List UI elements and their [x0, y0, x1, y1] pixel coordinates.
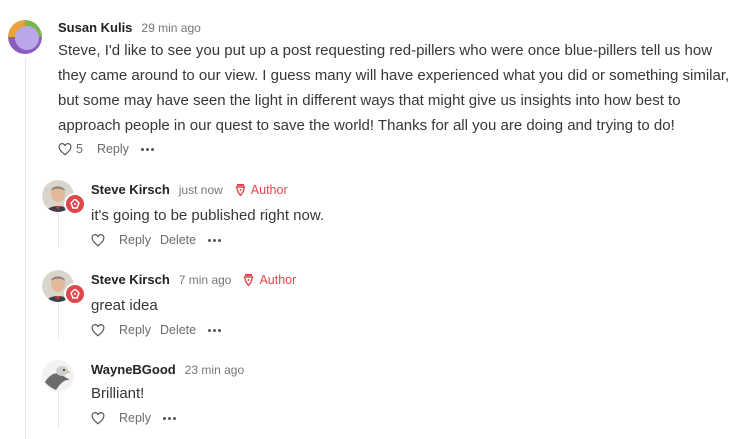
reply-thread-line [58, 302, 59, 338]
comment-meta: Steve Kirsch just now Author [91, 182, 288, 197]
avatar[interactable] [42, 360, 74, 392]
author-tag: Author [235, 183, 288, 197]
heart-icon [91, 233, 105, 247]
pen-nib-icon [244, 274, 254, 286]
pen-nib-icon [70, 288, 80, 299]
avatar[interactable] [8, 20, 42, 54]
reply-thread-line [58, 392, 59, 428]
author-tag: Author [243, 273, 296, 287]
delete-button[interactable]: Delete [160, 323, 196, 337]
avatar-image [42, 360, 74, 392]
heart-icon [91, 323, 105, 337]
author-label: Author [250, 182, 288, 197]
timestamp[interactable]: 7 min ago [179, 273, 232, 287]
like-button[interactable]: 5 [58, 142, 83, 156]
timestamp[interactable]: 23 min ago [185, 363, 244, 377]
timestamp[interactable]: 29 min ago [141, 21, 200, 35]
like-button[interactable] [91, 411, 105, 425]
author-label: Author [259, 272, 297, 287]
delete-button[interactable]: Delete [160, 233, 196, 247]
comment-body: great idea [91, 297, 158, 314]
reply-button[interactable]: Reply [119, 323, 151, 337]
reply-button[interactable]: Reply [119, 411, 151, 425]
author-name[interactable]: Susan Kulis [58, 20, 132, 35]
pen-nib-icon [70, 198, 80, 209]
reply-button[interactable]: Reply [119, 233, 151, 247]
heart-icon [91, 411, 105, 425]
pen-nib-icon [235, 184, 246, 196]
like-button[interactable] [91, 233, 105, 247]
avatar-image [8, 20, 42, 54]
like-button[interactable] [91, 323, 105, 337]
timestamp[interactable]: just now [179, 183, 223, 197]
author-badge-icon [64, 283, 86, 305]
comment-body: it's going to be published right now. [91, 207, 325, 224]
comment-body: Steve, I'd like to see you put up a post… [58, 42, 730, 134]
more-options-icon[interactable] [140, 147, 154, 151]
author-name[interactable]: Steve Kirsch [91, 272, 170, 287]
comment-meta: Susan Kulis 29 min ago [58, 20, 201, 35]
comment-meta: WayneBGood 23 min ago [91, 362, 244, 377]
comment-actions: Reply Delete [91, 233, 222, 247]
reply-button[interactable]: Reply [97, 142, 129, 156]
author-name[interactable]: Steve Kirsch [91, 182, 170, 197]
comment-meta: Steve Kirsch 7 min ago Author [91, 272, 296, 287]
author-badge-icon [64, 193, 86, 215]
comment-body: Brilliant! [91, 385, 145, 402]
more-options-icon[interactable] [162, 416, 176, 420]
like-count: 5 [76, 142, 83, 156]
more-options-icon[interactable] [208, 328, 222, 332]
author-name[interactable]: WayneBGood [91, 362, 176, 377]
reply-thread-line [58, 212, 59, 248]
heart-icon [58, 142, 72, 156]
thread-line [25, 58, 26, 439]
comment-actions: Reply Delete [91, 323, 222, 337]
comment-actions: Reply [91, 411, 176, 425]
comment-actions: 5 Reply [58, 142, 154, 156]
more-options-icon[interactable] [208, 238, 222, 242]
